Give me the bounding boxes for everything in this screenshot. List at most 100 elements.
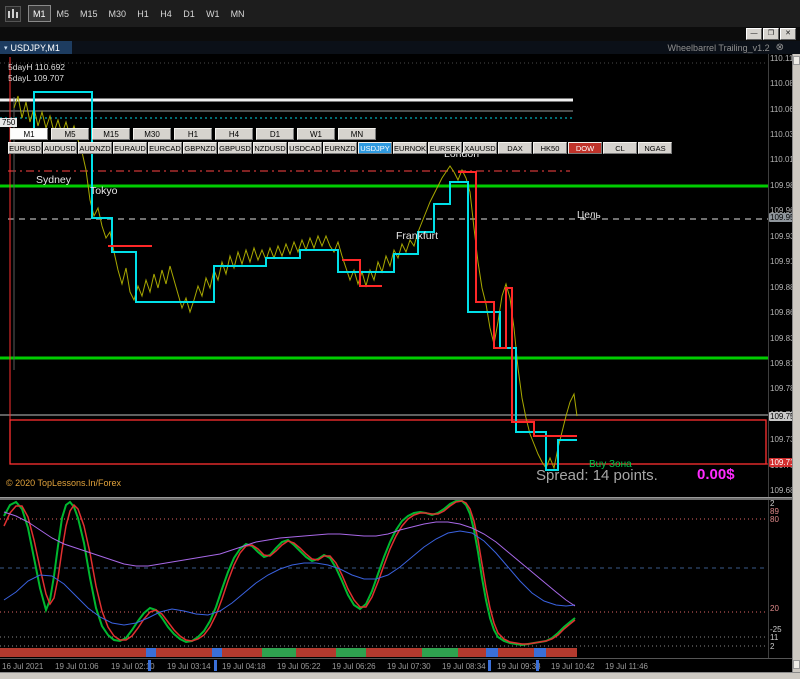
toolbar-period-buttons: M1 M5 M15 M30 H1 H4 D1 W1 MN — [28, 5, 250, 22]
time-axis-label: 19 Jul 10:42 — [551, 662, 595, 671]
symbol-tab-eurcad[interactable]: EURCAD — [148, 142, 182, 154]
panel-divider[interactable] — [0, 497, 792, 500]
indicator-panel-canvas — [0, 500, 768, 657]
symbol-tab-row: EURUSD AUDUSD AUDNZD EURAUD EURCAD GBPNZD GBPU… — [8, 142, 672, 154]
chart-title-tab[interactable]: ▾ USDJPY,M1 — [0, 41, 72, 54]
time-axis-label: 19 Jul 01:06 — [55, 662, 99, 671]
toolbar-period-m15[interactable]: M15 — [75, 5, 103, 22]
signal-strip-segment — [458, 648, 486, 657]
mt4-terminal: M1 M5 M15 M30 H1 H4 D1 W1 MN — ❐ ✕ ▾ USDJPY,M1 Whe… — [0, 0, 800, 679]
signal-strip-segment — [546, 648, 577, 657]
window-strip: — ❐ ✕ — [0, 27, 800, 41]
price-axis[interactable]: 110.110 110.085 110.060 110.035 110.010 109.9… — [769, 54, 800, 672]
indicator-axis-label: 11 — [770, 633, 779, 642]
chart-title: USDJPY,M1 — [10, 42, 60, 53]
time-axis-label: 19 Jul 11:46 — [605, 662, 648, 671]
toolbar-period-mn[interactable]: MN — [226, 5, 250, 22]
indicator-axis-label: 2 — [770, 642, 775, 651]
symbol-tab-audnzd[interactable]: AUDNZD — [78, 142, 112, 154]
time-axis-label: 19 Jul 03:14 — [167, 662, 211, 671]
chart-type-icon[interactable] — [5, 5, 21, 22]
symbol-tab-dow[interactable]: DOW — [568, 142, 602, 154]
chart-titlebar: ▾ USDJPY,M1 Wheelbarrel Trailing_v1.2 ⊗ — [0, 41, 800, 54]
symbol-tab-gbpnzd[interactable]: GBPNZD — [183, 142, 217, 154]
oscillator-main-green — [3, 500, 576, 647]
signal-strip-segment — [296, 648, 336, 657]
indicator-title: Wheelbarrel Trailing_v1.2 — [667, 42, 770, 53]
symbol-tab-usdjpy[interactable]: USDJPY — [358, 142, 392, 154]
toolbar-period-h4[interactable]: H4 — [155, 5, 177, 22]
trail-stop-red — [458, 171, 577, 437]
symbol-tab-audusd[interactable]: AUDUSD — [43, 142, 77, 154]
symbol-tab-cl[interactable]: CL — [603, 142, 637, 154]
period-tab-d1[interactable]: D1 — [256, 128, 294, 140]
period-tab-h1[interactable]: H1 — [174, 128, 212, 140]
period-tab-m5[interactable]: M5 — [51, 128, 89, 140]
symbol-tab-eurnok[interactable]: EURNOK — [393, 142, 427, 154]
main-chart-canvas — [0, 57, 768, 471]
time-axis-label: 19 Jul 05:22 — [277, 662, 321, 671]
signal-strip-segment — [146, 648, 156, 657]
chevron-down-icon: ▾ — [4, 44, 8, 52]
period-tab-h4[interactable]: H4 — [215, 128, 253, 140]
signal-strip-segment — [498, 648, 534, 657]
scroll-bottom-box[interactable] — [793, 660, 800, 669]
time-axis-label: 16 Jul 2021 — [2, 662, 44, 671]
signal-strip-segment — [262, 648, 296, 657]
window-bottom-edge — [0, 672, 800, 679]
signal-strip-segment — [534, 648, 546, 657]
symbol-tab-euraud[interactable]: EURAUD — [113, 142, 147, 154]
signal-strip-segment — [0, 648, 146, 657]
timeframe-tab-row: M1 M5 M15 M30 H1 H4 D1 W1 MN — [10, 128, 376, 140]
symbol-tab-eursek[interactable]: EURSEK — [428, 142, 462, 154]
signal-strip-segment — [336, 648, 366, 657]
period-tab-m30[interactable]: M30 — [133, 128, 171, 140]
toolbar-period-m5[interactable]: M5 — [52, 5, 75, 22]
symbol-tab-usdcad[interactable]: USDCAD — [288, 142, 322, 154]
period-tab-m1[interactable]: M1 — [10, 128, 48, 140]
symbol-tab-eurusd[interactable]: EURUSD — [8, 142, 42, 154]
scroll-top-box[interactable] — [793, 56, 800, 65]
symbol-tab-dax[interactable]: DAX — [498, 142, 532, 154]
indicator-axis-label: 20 — [770, 604, 779, 613]
symbol-tab-xauusd[interactable]: XAUUSD — [463, 142, 497, 154]
time-axis-label: 19 Jul 08:34 — [442, 662, 486, 671]
time-axis-label: 19 Jul 09:38 — [497, 662, 541, 671]
signal-strip-segment — [422, 648, 458, 657]
symbol-tab-gbpusd[interactable]: GBPUSD — [218, 142, 252, 154]
signal-strip-segment — [366, 648, 422, 657]
minimize-button[interactable]: — — [746, 28, 762, 40]
indicator-axis-label: 80 — [770, 515, 779, 524]
period-tab-mn[interactable]: MN — [338, 128, 376, 140]
timeframes-toolbar: M1 M5 M15 M30 H1 H4 D1 W1 MN — [0, 0, 800, 27]
close-button[interactable]: ✕ — [780, 28, 796, 40]
symbol-tab-eurnzd[interactable]: EURNZD — [323, 142, 357, 154]
time-axis-mark — [536, 660, 539, 671]
signal-strip-segment — [486, 648, 498, 657]
signal-strip-segment — [212, 648, 222, 657]
toolbar-period-m1[interactable]: M1 — [28, 5, 51, 22]
symbol-tab-nzdusd[interactable]: NZDUSD — [253, 142, 287, 154]
window-right-edge — [792, 54, 800, 672]
time-axis-label: 19 Jul 04:18 — [222, 662, 266, 671]
slow-line-purple — [3, 511, 576, 607]
time-axis-label: 19 Jul 07:30 — [387, 662, 431, 671]
symbol-tab-ngas[interactable]: NGAS — [638, 142, 672, 154]
time-axis-mark — [148, 660, 151, 671]
toolbar-period-h1[interactable]: H1 — [132, 5, 154, 22]
toolbar-period-d1[interactable]: D1 — [178, 5, 200, 22]
toolbar-period-w1[interactable]: W1 — [201, 5, 225, 22]
indicator-close-icon[interactable]: ⊗ — [776, 41, 784, 54]
period-tab-m15[interactable]: M15 — [92, 128, 130, 140]
restore-button[interactable]: ❐ — [763, 28, 779, 40]
time-axis-mark — [488, 660, 491, 671]
period-tab-w1[interactable]: W1 — [297, 128, 335, 140]
time-axis[interactable]: 16 Jul 2021 19 Jul 01:06 19 Jul 02:10 19 Ju… — [0, 658, 792, 672]
time-axis-label: 19 Jul 06:26 — [332, 662, 376, 671]
signal-strip-segment — [222, 648, 262, 657]
symbol-tab-hk50[interactable]: HK50 — [533, 142, 567, 154]
toolbar-period-m30[interactable]: M30 — [104, 5, 132, 22]
signal-strip-segment — [156, 648, 212, 657]
buy-zone-box — [9, 419, 767, 465]
time-axis-mark — [214, 660, 217, 671]
